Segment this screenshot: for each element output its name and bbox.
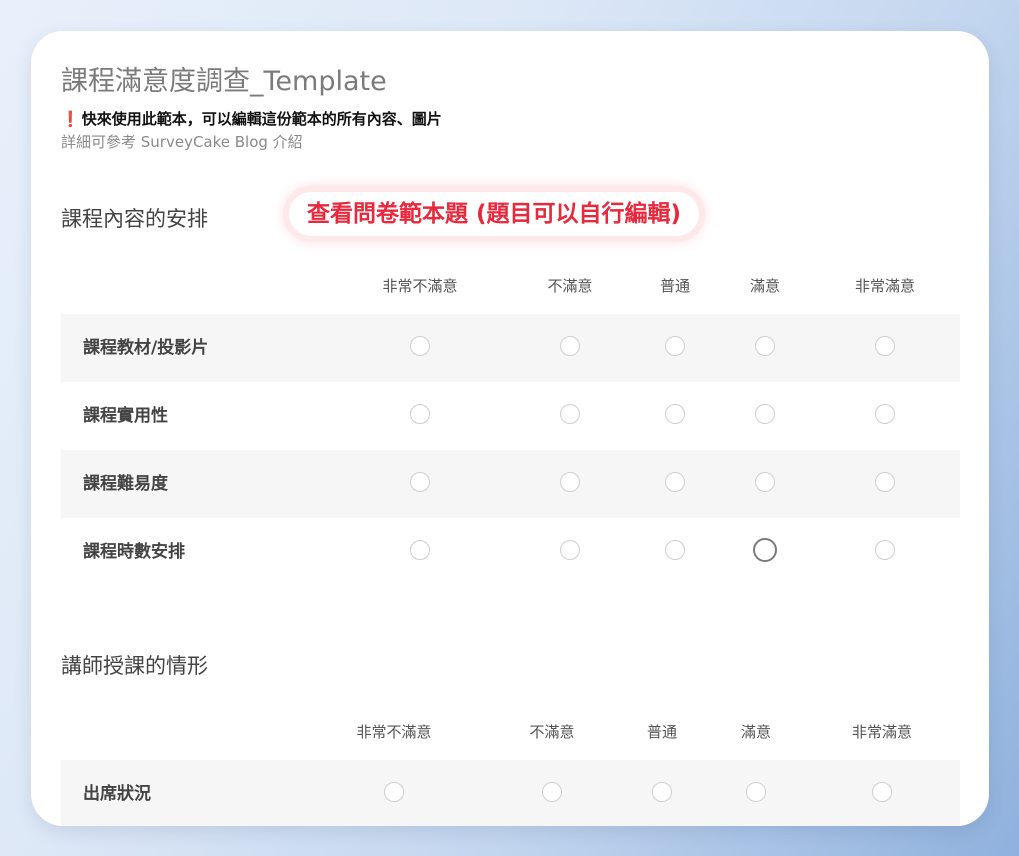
exclamation-icon: ❗ [61,110,80,128]
notice-text: ❗ 快來使用此範本，可以編輯這份範本的所有內容、圖片 [61,108,442,129]
col-header-very-dissatisfied: 非常不滿意 [382,277,458,295]
radio-dissatisfied[interactable] [560,336,580,356]
view-template-questions-button[interactable]: 查看問卷範本題 (題目可以自行編輯) [289,192,700,236]
matrix-row: 課程實用性 [61,382,960,450]
col-header-very-satisfied: 非常滿意 [854,277,916,295]
col-header-dissatisfied: 不滿意 [547,277,593,295]
radio-very-satisfied[interactable] [872,782,892,802]
radio-neutral[interactable] [665,540,685,560]
radio-dissatisfied[interactable] [560,404,580,424]
radio-satisfied[interactable] [755,472,775,492]
col-header-neutral: 普通 [646,723,678,741]
col-header-neutral: 普通 [659,277,691,295]
row-label: 課程教材/投影片 [83,338,209,358]
radio-dissatisfied[interactable] [560,540,580,560]
radio-very-dissatisfied[interactable] [410,540,430,560]
radio-very-satisfied[interactable] [875,472,895,492]
radio-neutral[interactable] [665,404,685,424]
matrix-row: 課程時數安排 [61,518,960,586]
col-header-very-satisfied: 非常滿意 [851,723,913,741]
row-label: 課程難易度 [83,474,168,494]
radio-neutral[interactable] [652,782,672,802]
radio-very-satisfied[interactable] [875,404,895,424]
matrix-row: 出席狀況 [61,760,960,826]
radio-neutral[interactable] [665,472,685,492]
col-header-dissatisfied: 不滿意 [529,723,575,741]
matrix-row: 課程難易度 [61,450,960,518]
radio-dissatisfied[interactable] [560,472,580,492]
row-label: 課程時數安排 [83,542,185,562]
blog-reference: 詳細可參考 SurveyCake Blog 介紹 [61,133,303,151]
survey-card: 課程滿意度調查_Template ❗ 快來使用此範本，可以編輯這份範本的所有內容、… [31,31,989,826]
radio-very-satisfied[interactable] [875,540,895,560]
radio-very-dissatisfied[interactable] [384,782,404,802]
row-label: 出席狀況 [83,784,151,804]
radio-satisfied[interactable] [755,336,775,356]
notice-message: 快來使用此範本，可以編輯這份範本的所有內容、圖片 [81,110,442,128]
row-label: 課程實用性 [83,406,168,426]
col-header-satisfied: 滿意 [749,277,781,295]
radio-dissatisfied[interactable] [542,782,562,802]
radio-very-satisfied[interactable] [875,336,895,356]
survey-title: 課程滿意度調查_Template [61,66,387,97]
section-heading-instructor-teaching: 講師授課的情形 [61,654,208,678]
section-heading-course-content: 課程內容的安排 [61,207,208,231]
matrix-row: 課程教材/投影片 [61,314,960,382]
radio-very-dissatisfied[interactable] [410,472,430,492]
radio-very-dissatisfied[interactable] [410,404,430,424]
radio-satisfied[interactable] [746,782,766,802]
radio-neutral[interactable] [665,336,685,356]
radio-very-dissatisfied[interactable] [410,336,430,356]
radio-satisfied[interactable] [753,538,777,562]
col-header-very-dissatisfied: 非常不滿意 [356,723,432,741]
col-header-satisfied: 滿意 [740,723,772,741]
radio-satisfied[interactable] [755,404,775,424]
